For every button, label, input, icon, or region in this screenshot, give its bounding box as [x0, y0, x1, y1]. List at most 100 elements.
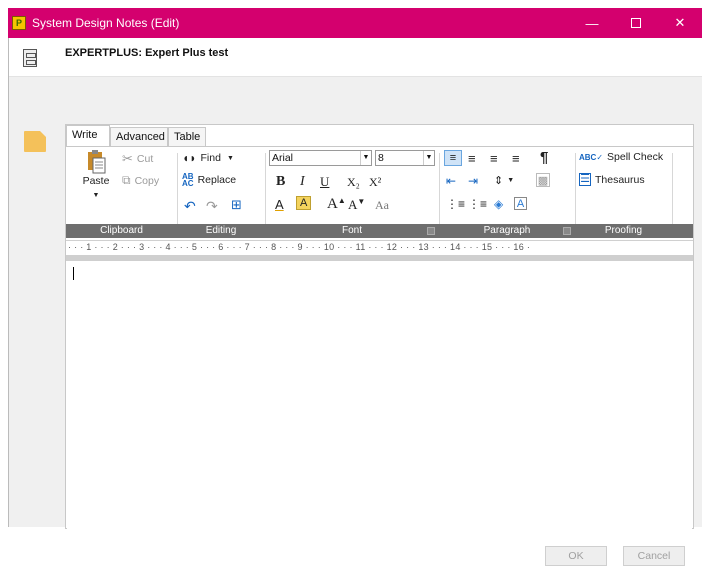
group-label-paragraph: Paragraph [483, 225, 531, 236]
copy-button[interactable]: ⧉ Copy [122, 173, 159, 188]
font-color-icon: A [275, 197, 284, 212]
underline-button[interactable]: U [320, 174, 329, 190]
change-case-button[interactable]: Aa [375, 198, 389, 213]
ribbon-tabs: Write Advanced Table [66, 125, 693, 147]
redo-button[interactable]: ↷ [206, 198, 218, 215]
bullets-button[interactable]: ⋮≡ [446, 197, 465, 211]
superscript-button[interactable]: X² [369, 175, 381, 190]
undo-button[interactable]: ↶ [184, 198, 196, 215]
highlight-icon: A [300, 197, 308, 209]
binoculars-icon: ◖◗ [182, 151, 197, 165]
thesaurus-button[interactable]: ☰ Thesaurus [579, 173, 645, 186]
italic-button[interactable]: I [300, 174, 305, 190]
shrink-font-button[interactable]: A▼ [348, 197, 365, 213]
undo-icon: ↶ [184, 198, 196, 214]
folder-icon [24, 131, 46, 152]
grow-font-button[interactable]: A▲ [327, 196, 346, 213]
borders-icon: ▩ [537, 174, 549, 187]
font-size-value: 8 [378, 152, 384, 164]
chevron-down-icon: ▼ [360, 151, 371, 165]
record-title: EXPERTPLUS: Expert Plus test [65, 47, 229, 59]
ok-button[interactable]: OK [545, 546, 607, 566]
decrease-indent-button[interactable]: ⇤ [446, 174, 456, 188]
paste-label: Paste [82, 175, 110, 187]
show-marks-button[interactable]: ¶ [540, 149, 548, 166]
font-size-combo[interactable]: 8 ▼ [375, 150, 435, 166]
numbered-list-icon: ⋮≡ [468, 197, 488, 211]
ruler[interactable]: · · · 1 · · · 2 · · · 3 · · · 4 · · · 5 … [66, 240, 693, 256]
line-spacing-icon: ⇕ [494, 175, 504, 187]
font-color-button[interactable]: A [275, 197, 284, 212]
tab-advanced[interactable]: Advanced [110, 127, 168, 147]
tab-table[interactable]: Table [168, 127, 206, 147]
ruler-marks: · · · 1 · · · 2 · · · 3 · · · 4 · · · 5 … [68, 242, 531, 252]
align-right-icon: ≡ [490, 151, 498, 166]
cut-label: Cut [136, 153, 154, 165]
style-icon: A [516, 197, 525, 210]
minimize-button[interactable]: — [570, 8, 614, 38]
numbering-button[interactable]: ⋮≡ [468, 197, 487, 211]
replace-button[interactable]: AB AC Replace [182, 172, 237, 188]
maximize-button[interactable] [614, 8, 658, 38]
select-all-button[interactable]: ⊞ [231, 197, 242, 213]
increase-indent-button[interactable]: ⇥ [468, 174, 478, 188]
align-left-button[interactable]: ≡ [444, 150, 462, 166]
group-label-proofing: Proofing [604, 225, 643, 236]
group-label-font: Font [341, 225, 362, 236]
window-frame: EXPERTPLUS: Expert Plus test Write Advan… [8, 38, 702, 566]
line-spacing-button[interactable]: ⇕ ▼ [494, 174, 514, 187]
group-label-clipboard: Clipboard [100, 225, 143, 236]
find-button[interactable]: ◖◗ Find ▼ [182, 151, 234, 165]
app-icon: P [12, 16, 26, 30]
find-label: Find [200, 152, 221, 164]
scissors-icon: ✂ [122, 151, 133, 166]
vertical-scrollbar[interactable] [682, 265, 692, 527]
borders-button[interactable]: ▩ [536, 173, 550, 187]
text-caret [73, 267, 74, 280]
outdent-icon: ⇤ [446, 174, 457, 188]
cut-button[interactable]: ✂ Cut [122, 151, 153, 167]
title-bar: P System Design Notes (Edit) — ✕ [8, 8, 702, 38]
shading-button[interactable]: ◈ [494, 197, 503, 211]
font-dialog-launcher[interactable] [427, 227, 435, 235]
rich-text-editor: Write Advanced Table Paste ▼ ✂ Cut ⧉ Cop… [65, 124, 694, 529]
paste-button[interactable]: Paste ▼ [76, 149, 116, 199]
spell-check-button[interactable]: ABC✓ Spell Check [579, 151, 663, 163]
chevron-down-icon: ▼ [423, 151, 434, 165]
indent-icon: ⇥ [468, 174, 479, 188]
tab-write[interactable]: Write [66, 125, 110, 147]
align-right-button[interactable]: ≡ [490, 151, 498, 166]
bullet-list-icon: ⋮≡ [446, 197, 466, 211]
subscript-button[interactable]: X₂ [347, 175, 360, 190]
bold-button[interactable]: B [276, 174, 285, 190]
maximize-icon [631, 18, 641, 28]
replace-icon: AB AC [182, 172, 194, 188]
align-center-icon: ≡ [468, 151, 476, 166]
justify-button[interactable]: ≡ [512, 151, 520, 166]
close-button[interactable]: ✕ [658, 8, 702, 38]
align-left-icon: ≡ [449, 152, 457, 164]
cancel-button[interactable]: Cancel [623, 546, 685, 566]
content-area: Write Advanced Table Paste ▼ ✂ Cut ⧉ Cop… [9, 77, 702, 566]
group-label-editing: Editing [205, 225, 237, 236]
record-icon [23, 49, 37, 67]
font-name-combo[interactable]: Arial ▼ [269, 150, 372, 166]
find-dropdown-icon: ▼ [226, 154, 234, 162]
spell-check-label: Spell Check [607, 151, 664, 163]
spell-check-icon: ABC✓ [579, 152, 604, 162]
align-center-button[interactable]: ≡ [468, 151, 476, 166]
copy-label: Copy [134, 174, 160, 187]
highlight-button[interactable]: A [296, 196, 312, 210]
justify-icon: ≡ [512, 151, 520, 166]
redo-icon: ↷ [206, 198, 218, 214]
replace-label: Replace [197, 174, 237, 186]
paste-icon [88, 150, 106, 174]
copy-icon: ⧉ [122, 173, 131, 187]
paste-dropdown-icon[interactable]: ▼ [93, 192, 100, 199]
paragraph-style-button[interactable]: A [514, 197, 527, 210]
ribbon: Paste ▼ ✂ Cut ⧉ Copy ◖◗ Find ▼ AB AC Rep… [66, 146, 693, 238]
paragraph-dialog-launcher[interactable] [563, 227, 571, 235]
document-body[interactable] [67, 261, 692, 529]
thesaurus-icon: ☰ [579, 173, 591, 186]
select-all-icon: ⊞ [231, 197, 242, 212]
